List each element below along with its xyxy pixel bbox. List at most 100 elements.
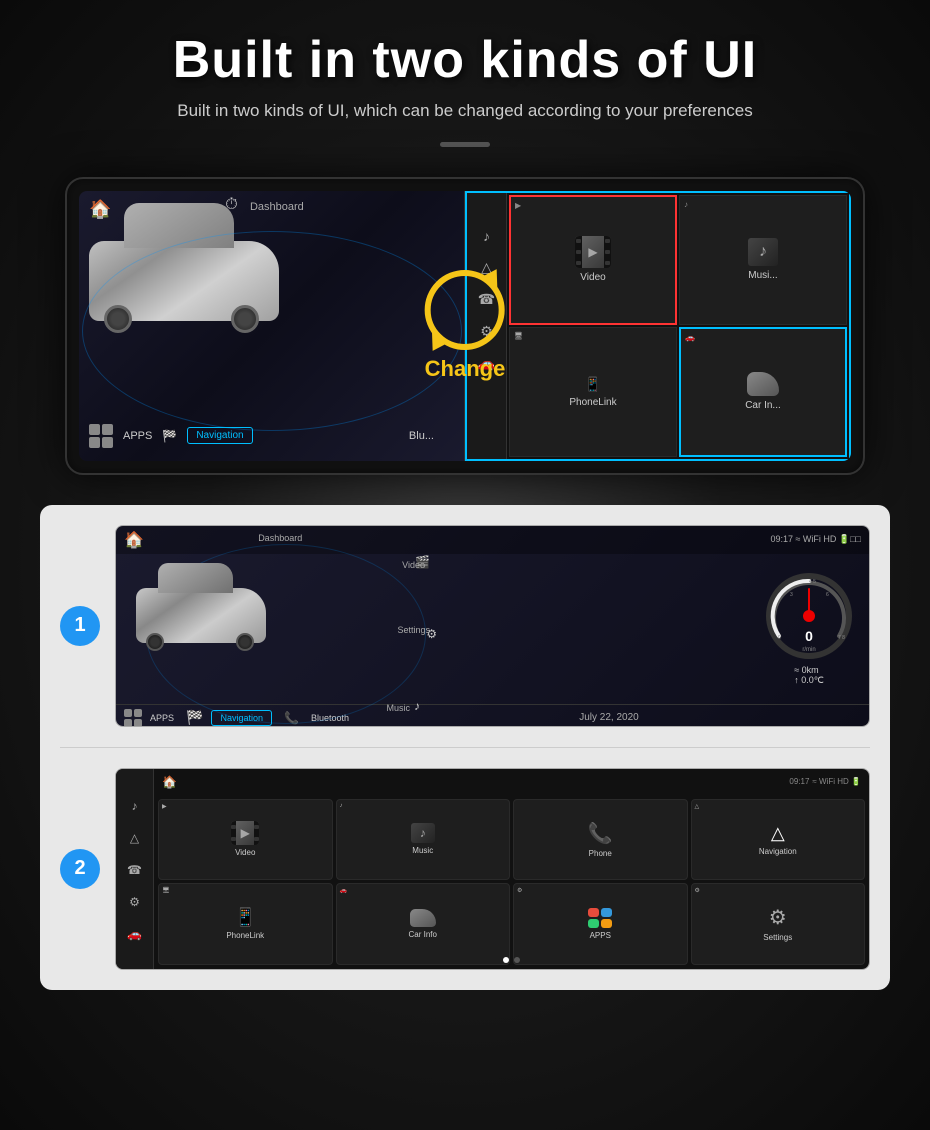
mini-car-body bbox=[136, 588, 266, 643]
speedometer: 0 r/min 0 3 4 5 6 7 8 bbox=[764, 571, 854, 661]
grid-video[interactable]: ▶ Video bbox=[509, 195, 677, 325]
dot-2 bbox=[514, 957, 520, 963]
dashboard-orbit-label: Dashboard bbox=[258, 533, 302, 543]
ui2-music-item[interactable]: ♪ ♪ Music bbox=[336, 799, 511, 881]
speedo-stats: ≈ 0km ↑ 0.0℃ bbox=[794, 665, 824, 686]
ui2-apps-icon bbox=[588, 908, 612, 928]
stat-temp: ↑ 0.0℃ bbox=[794, 675, 824, 686]
ui-left-panel: 🏠 ⏱ Dashboard APPS 🏁 Navigatio bbox=[79, 191, 465, 461]
ui1-home-icon: 🏠 bbox=[124, 530, 144, 550]
ui1-apps-label: APPS bbox=[150, 713, 174, 723]
bottom-section: 1 🏠 09:17 ≈ WiFi HD 🔋□□ Dashboard 🎬 Vide bbox=[40, 505, 890, 990]
ui2-phone-icon: 📞 bbox=[588, 821, 613, 846]
ui1-right-panel: 0 r/min 0 3 4 5 6 7 8 ≈ 0km bbox=[749, 554, 869, 704]
ui1-topbar: 🏠 09:17 ≈ WiFi HD 🔋□□ bbox=[116, 526, 869, 554]
apps-grid-icon bbox=[89, 424, 113, 448]
combined-screen-wrapper: 🏠 ⏱ Dashboard APPS 🏁 Navigatio bbox=[65, 177, 865, 475]
ui2-sidebar-phone: ☎ bbox=[127, 863, 142, 877]
ui1-display: 🏠 09:17 ≈ WiFi HD 🔋□□ Dashboard 🎬 Video … bbox=[116, 526, 869, 726]
ui2-sidebar: ♪ △ ☎ ⚙ 🚗 bbox=[116, 769, 154, 969]
grid-carinfo[interactable]: 🚗 Car In... bbox=[679, 327, 847, 457]
ui1-date: July 22, 2020 bbox=[357, 712, 861, 723]
left-apps-label: APPS bbox=[123, 430, 152, 442]
stat-km: ≈ 0km bbox=[794, 665, 824, 675]
ui2-phonelink-icon: 📱 bbox=[234, 907, 256, 928]
combined-screen: 🏠 ⏱ Dashboard APPS 🏁 Navigatio bbox=[79, 191, 851, 461]
speedometer-svg: 0 r/min 0 3 4 5 6 7 8 bbox=[764, 571, 854, 661]
change-overlay: Change bbox=[425, 270, 506, 382]
ui1-car bbox=[136, 574, 276, 644]
grid-phonelink[interactable]: 📱 🖥 PhoneLink bbox=[509, 327, 677, 457]
divider-pill bbox=[440, 142, 490, 147]
grid-video-label: Video bbox=[580, 272, 605, 283]
svg-text:r/min: r/min bbox=[802, 647, 815, 653]
ui2-time: 09:17 bbox=[789, 777, 809, 786]
ui2-carinfo-label: Car Info bbox=[409, 930, 437, 939]
ui-right-panel: 🏠 ♪ △ ☎ ⚙ 🚗 ▶ Video bbox=[465, 191, 851, 461]
grid-phonelink-label: PhoneLink bbox=[569, 397, 616, 408]
music-orbit-label: Music bbox=[386, 703, 410, 713]
screen-divider bbox=[60, 747, 870, 748]
ui2-music-icon: ♪ bbox=[411, 823, 435, 843]
ui2-video-icon bbox=[231, 821, 259, 845]
left-bluetooth-label: Blu... bbox=[409, 430, 434, 442]
ui2-screen-wrapper: ♪ △ ☎ ⚙ 🚗 🏠 09:17 ≈ WiFi HD 🔋 bbox=[115, 768, 870, 970]
flag-icon: 🏁 bbox=[186, 709, 203, 726]
mini-wheel-left bbox=[146, 633, 164, 651]
ui1-topbar-right: 09:17 ≈ WiFi HD 🔋□□ bbox=[770, 534, 861, 545]
ui2-sidebar-car: 🚗 bbox=[127, 927, 142, 941]
ui1-main: Dashboard 🎬 Video ⚙ Settings ♪ Music bbox=[116, 554, 749, 704]
left-dashboard-label: Dashboard bbox=[250, 201, 304, 213]
ui1-apps-grid bbox=[124, 709, 142, 727]
mini-car-roof bbox=[158, 563, 233, 593]
ui2-phonelink-label: PhoneLink bbox=[226, 931, 264, 940]
music-orbit-icon: ♪ bbox=[414, 699, 420, 713]
ui2-nav-icon: △ bbox=[771, 823, 785, 844]
ui1-content: Dashboard 🎬 Video ⚙ Settings ♪ Music bbox=[116, 554, 869, 704]
ui2-sidebar-settings: ⚙ bbox=[129, 895, 140, 909]
ui2-video-item[interactable]: ▶ Video bbox=[158, 799, 333, 881]
ui2-navigation-item[interactable]: △ △ Navigation bbox=[691, 799, 866, 881]
ui1-screen: 🏠 09:17 ≈ WiFi HD 🔋□□ Dashboard 🎬 Video … bbox=[115, 525, 870, 727]
music-icon: ♪ bbox=[748, 238, 778, 266]
ui2-sidebar-nav: △ bbox=[130, 831, 139, 845]
svg-text:4 5: 4 5 bbox=[809, 579, 816, 585]
ui2-phone-item[interactable]: 📞 Phone bbox=[513, 799, 688, 881]
change-circle bbox=[425, 270, 505, 350]
ui2-apps-label: APPS bbox=[590, 931, 611, 940]
page-header: Built in two kinds of UI Built in two ki… bbox=[0, 0, 930, 157]
ui2-settings-icon: ⚙ bbox=[769, 905, 787, 930]
ui2-carinfo-icon bbox=[410, 909, 436, 927]
change-label: Change bbox=[425, 356, 506, 382]
right-grid: ▶ Video ♪ ♪ Musi... 📱 🖥 PhoneLink 🚗 Car … bbox=[507, 193, 849, 459]
svg-text:3: 3 bbox=[790, 592, 793, 598]
left-nav-badge: Navigation bbox=[187, 427, 252, 444]
carinfo-icon bbox=[747, 372, 779, 396]
main-title: Built in two kinds of UI bbox=[20, 30, 910, 90]
orbit-arc bbox=[82, 231, 462, 431]
main-subtitle: Built in two kinds of UI, which can be c… bbox=[20, 98, 910, 124]
ui2-grid: ▶ Video ♪ ♪ Music 📞 Phone bbox=[154, 769, 869, 969]
ui2-nav-label: Navigation bbox=[759, 847, 797, 856]
circle-1: 1 bbox=[60, 606, 100, 646]
ui2-topbar-right: 09:17 ≈ WiFi HD 🔋 bbox=[789, 777, 861, 786]
change-arrow-bottom bbox=[424, 332, 449, 356]
left-bottom-bar: APPS 🏁 Navigation Blu... bbox=[79, 411, 464, 461]
sidebar-music-icon: ♪ bbox=[483, 228, 490, 244]
left-home-icon: 🏠 bbox=[89, 199, 111, 220]
ui2-display: ♪ △ ☎ ⚙ 🚗 🏠 09:17 ≈ WiFi HD 🔋 bbox=[116, 769, 869, 969]
ui2-video-label: Video bbox=[235, 848, 255, 857]
ui2-row: 2 ♪ △ ☎ ⚙ 🚗 🏠 09:17 ≈ WiFi HD 🔋 bbox=[60, 768, 870, 970]
phonelink-icon: 📱 bbox=[584, 376, 601, 393]
grid-music[interactable]: ♪ ♪ Musi... bbox=[679, 195, 847, 325]
ui2-settings-label: Settings bbox=[763, 933, 792, 942]
mini-wheel-right bbox=[236, 633, 254, 651]
ui2-home-icon: 🏠 bbox=[162, 775, 177, 789]
svg-text:0: 0 bbox=[778, 635, 781, 641]
grid-carinfo-label: Car In... bbox=[745, 400, 781, 411]
ui2-sidebar-music: ♪ bbox=[132, 799, 138, 813]
dot-indicators bbox=[154, 953, 869, 967]
svg-text:0: 0 bbox=[805, 628, 813, 644]
ui2-phone-label: Phone bbox=[589, 849, 612, 858]
grid-music-label: Musi... bbox=[748, 270, 777, 281]
